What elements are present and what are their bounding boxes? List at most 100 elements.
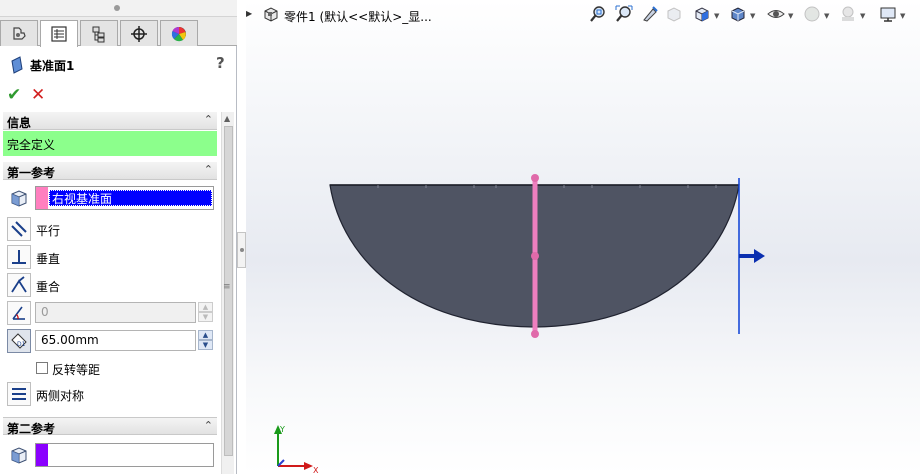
angle-icon: [12, 306, 25, 320]
hide-show-button[interactable]: [766, 4, 786, 24]
panel-collapse-handle[interactable]: [237, 232, 246, 268]
view-settings-icon: [880, 7, 896, 22]
collapse-up-icon[interactable]: ⌃: [204, 419, 213, 432]
spin-up-icon[interactable]: ▲: [198, 330, 213, 340]
angle-option[interactable]: [7, 301, 31, 325]
second-reference-selection[interactable]: [35, 443, 214, 467]
flip-offset-label: 反转等距: [52, 363, 101, 377]
spin-down-icon[interactable]: ▼: [198, 312, 213, 322]
offset-direction-arrow[interactable]: [739, 249, 765, 263]
tab-dimxpert-manager[interactable]: [120, 20, 158, 46]
section-first-reference-header[interactable]: 第一参考 ⌃: [3, 162, 217, 180]
cube-face-icon: [11, 190, 27, 207]
section-first-reference-label: 第一参考: [7, 166, 56, 180]
first-reference-item[interactable]: 右视基准面: [49, 190, 212, 206]
view-settings-button[interactable]: [878, 4, 898, 24]
spin-up-icon[interactable]: ▲: [198, 302, 213, 312]
coincident-icon: [11, 276, 27, 293]
mid-plane-label: 两侧对称: [36, 389, 85, 403]
part-icon: [264, 7, 278, 22]
edit-appearance-icon: [804, 6, 820, 22]
section-view-icon: [667, 7, 681, 22]
property-manager-icon: [51, 26, 67, 42]
solidworks-window: 基准面1 ? ✔ ✕ 信息 ⌃ 完全定义 第一参考 ⌃ 右视基准面 平行 垂直 …: [0, 0, 920, 474]
reference-entity-icon: [7, 186, 31, 210]
perpendicular-option[interactable]: [7, 245, 31, 269]
zoom-to-fit-button[interactable]: [588, 4, 608, 24]
chevron-down-icon[interactable]: ▼: [714, 12, 719, 20]
offset-distance-icon: D1: [11, 333, 27, 349]
tab-display-manager[interactable]: [160, 20, 198, 46]
chevron-down-icon[interactable]: ▼: [788, 12, 793, 20]
flip-offset-checkbox[interactable]: [36, 362, 48, 374]
svg-text:D1: D1: [17, 341, 26, 348]
appearance-icon: [171, 26, 186, 41]
zoom-area-button[interactable]: [614, 4, 634, 24]
display-style-button[interactable]: [728, 4, 748, 24]
coincident-option[interactable]: [7, 273, 31, 297]
zoom-area-icon: [615, 5, 633, 22]
triad-x-label: X: [313, 466, 319, 474]
tab-property-manager[interactable]: [40, 20, 78, 47]
cancel-button[interactable]: ✕: [31, 86, 45, 104]
previous-view-button[interactable]: [640, 4, 660, 24]
parallel-icon: [11, 221, 27, 237]
section-view-button[interactable]: [664, 4, 684, 24]
first-reference-color-swatch: [36, 187, 48, 209]
help-icon[interactable]: ?: [216, 54, 225, 72]
parallel-label: 平行: [36, 224, 61, 238]
graphics-area[interactable]: ▶ 零件1 (默认<<默认>_显... ▼ ▼ ▼ ▼ ▼ ▼ Y X: [246, 0, 920, 474]
section-second-reference-header[interactable]: 第二参考 ⌃: [3, 417, 217, 436]
perpendicular-label: 垂直: [36, 252, 61, 266]
second-reference-entity-icon: [7, 443, 31, 467]
info-message-box: 完全定义: [3, 131, 217, 156]
zoom-to-fit-icon: [590, 6, 605, 22]
previous-view-icon: [643, 6, 658, 22]
scroll-grip-icon: ≡: [223, 282, 231, 292]
section-info-label: 信息: [7, 116, 32, 130]
feature-title: 基准面1: [30, 59, 75, 73]
perpendicular-icon: [12, 250, 26, 264]
spin-down-icon[interactable]: ▼: [198, 340, 213, 350]
model-canvas[interactable]: [246, 0, 920, 474]
distance-option[interactable]: D1: [7, 329, 31, 353]
chevron-down-icon[interactable]: ▼: [750, 12, 755, 20]
parallel-option[interactable]: [7, 217, 31, 241]
panel-grip[interactable]: [0, 0, 237, 17]
collapse-up-icon[interactable]: ⌃: [204, 113, 213, 126]
configuration-icon: [92, 26, 105, 42]
distance-spinner[interactable]: ▲ ▼: [198, 330, 213, 351]
reference-triad[interactable]: Y X: [268, 422, 320, 474]
coincident-label: 重合: [36, 280, 61, 294]
feature-tree-icon: [13, 26, 26, 40]
distance-input[interactable]: 65.00mm: [35, 330, 196, 351]
display-style-icon: [731, 7, 745, 22]
angle-input[interactable]: 0: [35, 302, 196, 323]
feature-title-row: 基准面1 ?: [0, 50, 237, 78]
triad-y-label: Y: [279, 425, 285, 434]
collapse-up-icon[interactable]: ⌃: [204, 163, 213, 176]
view-orientation-button[interactable]: [692, 4, 712, 24]
mid-plane-icon: [12, 388, 26, 400]
chevron-down-icon[interactable]: ▼: [824, 12, 829, 20]
ok-button[interactable]: ✔: [7, 86, 21, 104]
mid-plane-option[interactable]: [7, 382, 31, 406]
scroll-up-icon[interactable]: ▲: [224, 114, 230, 123]
chevron-down-icon[interactable]: ▼: [860, 12, 865, 20]
part-name[interactable]: 零件1 (默认<<默认>_显...: [284, 8, 432, 25]
panel-scrollbar[interactable]: ▲ ≡: [221, 112, 234, 474]
crosshair-icon: [131, 25, 147, 42]
info-message: 完全定义: [7, 138, 56, 152]
chevron-down-icon[interactable]: ▼: [900, 12, 905, 20]
apply-scene-button[interactable]: [838, 4, 858, 24]
tab-feature-manager[interactable]: [0, 20, 38, 46]
angle-spinner[interactable]: ▲ ▼: [198, 302, 213, 323]
hide-show-icon: [767, 10, 785, 18]
view-orientation-icon: [695, 7, 709, 22]
edit-appearance-button[interactable]: [802, 4, 822, 24]
expand-arrow-icon[interactable]: ▶: [246, 9, 252, 18]
cube-face-icon: [11, 447, 27, 464]
first-reference-selection[interactable]: 右视基准面: [35, 186, 214, 210]
section-info-header[interactable]: 信息 ⌃: [3, 112, 217, 130]
tab-configuration-manager[interactable]: [80, 20, 118, 46]
